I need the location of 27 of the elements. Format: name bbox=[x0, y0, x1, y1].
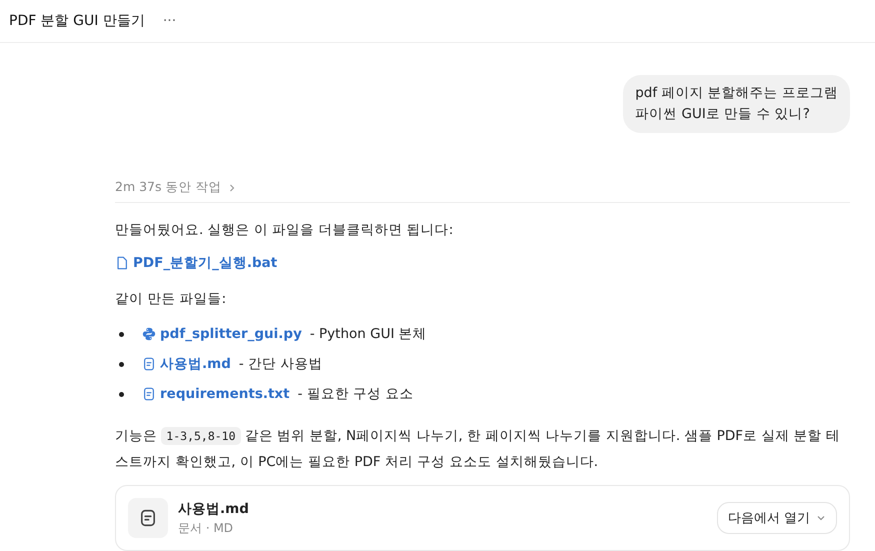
reply-text: 만들어뒀어요. 실행은 이 파일을 더블클릭하면 됩니다: bbox=[115, 221, 454, 240]
attachment-name: 사용법.md bbox=[178, 500, 250, 518]
open-with-button[interactable]: 다음에서 열기 bbox=[716, 502, 837, 534]
bullet-icon bbox=[119, 332, 124, 336]
reply-text: 같이 만든 파일들: bbox=[115, 290, 228, 309]
file-link[interactable]: requirements.txt bbox=[160, 386, 290, 402]
reply-paragraph: 기능은 1-3,5,8-10 같은 범위 분할, N페이지씩 나누기, 한 페이지씩 나누기를 지원합니다. 샘플 PDF로 실제 분할 테스트까지 확인했고, 이 PC에는 필요한 PDF 처리 구성 요소도 설치해뒀습니다. bbox=[115, 426, 841, 472]
conversation-title: PDF 분할 GUI 만들기 bbox=[9, 12, 145, 30]
file-link[interactable]: PDF_분할기_실행.bat bbox=[133, 254, 278, 272]
bullet-icon bbox=[119, 392, 124, 396]
work-summary-toggle[interactable]: 2m 37s 동안 작업 bbox=[115, 179, 238, 196]
message-line: 파이썬 GUI로 만들 수 있니? bbox=[635, 105, 811, 124]
attachment-type: 문서 · MD bbox=[178, 520, 234, 536]
file-description: - Python GUI 본체 bbox=[310, 325, 427, 343]
document-icon bbox=[142, 387, 156, 401]
chevron-down-icon bbox=[816, 513, 826, 523]
file-link[interactable]: 사용법.md bbox=[160, 355, 231, 373]
message-line: pdf 페이지 분할해주는 프로그램 bbox=[635, 84, 838, 103]
python-icon bbox=[142, 327, 156, 341]
bullet-icon bbox=[119, 362, 124, 366]
file-link[interactable]: pdf_splitter_gui.py bbox=[160, 326, 302, 342]
more-button[interactable]: ··· bbox=[158, 11, 180, 31]
file-icon bbox=[115, 256, 129, 270]
file-description: - 필요한 구성 요소 bbox=[298, 385, 414, 403]
file-description: - 간단 사용법 bbox=[238, 355, 322, 373]
document-icon bbox=[139, 509, 157, 527]
document-icon bbox=[142, 357, 156, 371]
